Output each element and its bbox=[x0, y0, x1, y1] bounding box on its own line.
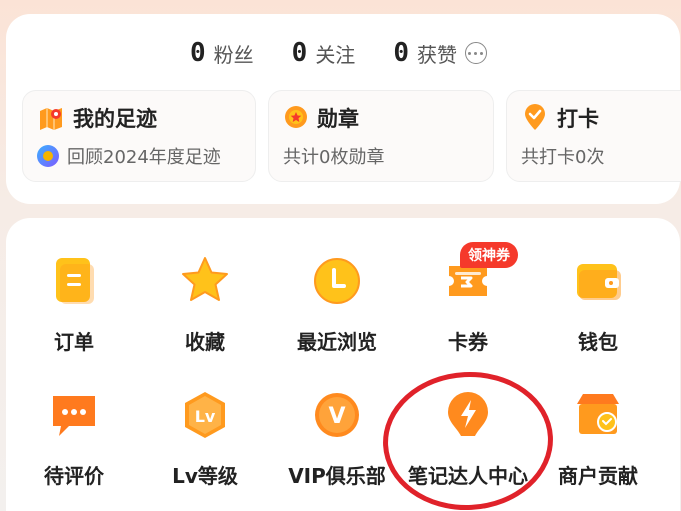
vip-label: VIP俱乐部 bbox=[288, 464, 386, 488]
grid-item-favorites[interactable]: 收藏 bbox=[140, 254, 270, 355]
grid-item-level[interactable]: Lv Lv等级 bbox=[140, 388, 270, 489]
level-label: Lv等级 bbox=[172, 464, 238, 488]
pending-review-label: 待评价 bbox=[44, 464, 104, 488]
orders-label: 订单 bbox=[54, 330, 94, 354]
grid-item-wallet[interactable]: 钱包 bbox=[533, 254, 663, 355]
followers-label: 粉丝 bbox=[213, 42, 254, 67]
coupons-label: 卡券 bbox=[448, 330, 488, 354]
grid-item-orders[interactable]: 订单 bbox=[9, 254, 139, 355]
likes-label: 获赞 bbox=[416, 42, 457, 67]
shop-icon bbox=[577, 394, 619, 434]
grid-item-recent[interactable]: 最近浏览 bbox=[272, 254, 402, 355]
grid-item-coupons[interactable]: 卡券 bbox=[403, 254, 533, 355]
promo-badge: 领神券 bbox=[460, 242, 518, 268]
checkin-pin-icon bbox=[525, 104, 545, 130]
footprint-card[interactable]: 我的足迹 回顾2024年度足迹 bbox=[22, 90, 256, 182]
vip-icon: V bbox=[315, 393, 359, 437]
footprint-title: 我的足迹 bbox=[73, 107, 157, 131]
recent-label: 最近浏览 bbox=[297, 330, 377, 354]
medal-desc: 共计0枚勋章 bbox=[283, 147, 385, 168]
medal-card[interactable]: 勋章 共计0枚勋章 bbox=[268, 90, 494, 182]
wallet-icon bbox=[577, 264, 621, 300]
likes-stat[interactable]: 0 获赞 bbox=[393, 38, 487, 68]
level-icon: Lv bbox=[185, 392, 225, 438]
following-label: 关注 bbox=[315, 42, 356, 67]
following-stat[interactable]: 0 关注 bbox=[292, 38, 356, 68]
level-icon-text: Lv bbox=[195, 407, 216, 426]
checkin-desc: 共打卡0次 bbox=[521, 147, 605, 168]
medal-title: 勋章 bbox=[317, 107, 359, 131]
comment-icon bbox=[53, 396, 95, 436]
checkin-title: 打卡 bbox=[557, 107, 599, 131]
footprint-desc: 回顾2024年度足迹 bbox=[67, 147, 221, 168]
grid-item-pending-review[interactable]: 待评价 bbox=[9, 388, 139, 489]
merchant-contribution-label: 商户贡献 bbox=[558, 464, 638, 488]
clock-icon bbox=[314, 258, 360, 304]
wallet-label: 钱包 bbox=[578, 330, 618, 354]
followers-count: 0 bbox=[190, 38, 206, 68]
order-icon bbox=[56, 258, 94, 304]
likes-count: 0 bbox=[393, 38, 409, 68]
year-badge-icon bbox=[37, 145, 59, 167]
map-pin-icon bbox=[40, 108, 62, 130]
more-icon[interactable] bbox=[464, 42, 487, 64]
favorites-label: 收藏 bbox=[185, 330, 225, 354]
following-count: 0 bbox=[291, 38, 308, 68]
medal-icon bbox=[285, 106, 307, 128]
followers-stat[interactable]: 0 粉丝 bbox=[190, 38, 254, 68]
profile-stats: 0 粉丝 0 关注 0 获赞 bbox=[190, 38, 487, 68]
star-icon bbox=[182, 257, 228, 301]
vip-icon-text: V bbox=[328, 404, 345, 429]
checkin-card[interactable]: 打卡 共打卡0次 bbox=[506, 90, 681, 182]
